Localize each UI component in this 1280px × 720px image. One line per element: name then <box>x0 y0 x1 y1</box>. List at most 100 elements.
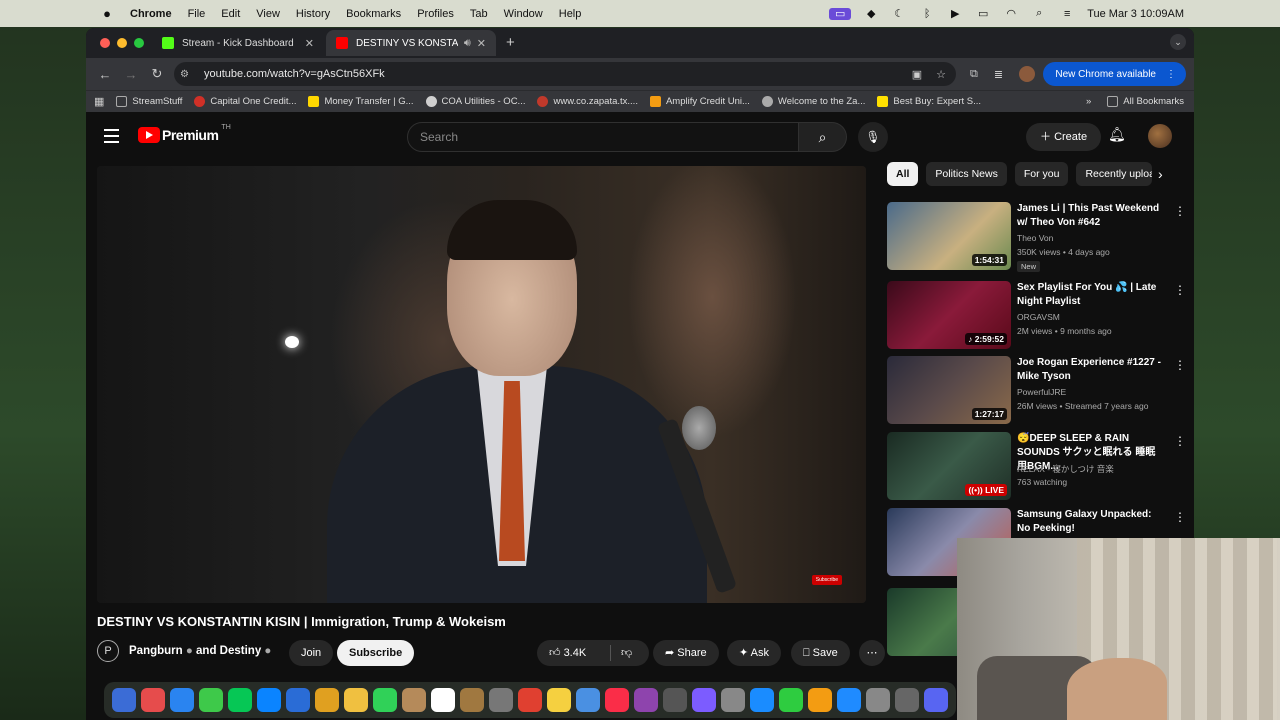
more-vertical-icon[interactable]: ⋮ <box>1174 204 1186 218</box>
dock-app-icon[interactable] <box>170 688 194 712</box>
new-tab-button[interactable]: + <box>506 34 515 51</box>
url-text[interactable]: youtube.com/watch?v=gAsCtn56XFk <box>204 68 385 80</box>
apple-menu-icon[interactable]: ● <box>92 6 122 21</box>
address-bar[interactable]: ⚙ youtube.com/watch?v=gAsCtn56XFk ▣ ☆ <box>174 62 956 86</box>
dock-app-icon[interactable] <box>489 688 513 712</box>
zoom-window-button[interactable] <box>134 38 144 48</box>
menu-window[interactable]: Window <box>496 8 551 20</box>
dock-app-icon[interactable] <box>141 688 165 712</box>
youtube-premium-logo[interactable]: Premium TH <box>138 124 231 143</box>
channel-avatar[interactable]: P <box>97 640 119 662</box>
notifications-bell-icon[interactable]: 🔔︎ <box>1108 126 1126 143</box>
video-thumbnail[interactable]: 1:27:17 <box>887 356 1011 424</box>
video-thumbnail[interactable]: 1:54:31 <box>887 202 1011 270</box>
join-button[interactable]: Join <box>289 640 334 666</box>
new-chrome-available-button[interactable]: New Chrome available ⋮ <box>1043 62 1186 86</box>
dock-app-icon[interactable] <box>721 688 745 712</box>
forward-icon[interactable]: → <box>124 67 138 82</box>
more-actions-icon[interactable]: ⋯ <box>859 640 885 666</box>
recommendation-item[interactable]: 1:54:31 James Li | This Past Weekend w/ … <box>887 202 1187 272</box>
dock-app-icon[interactable] <box>779 688 803 712</box>
dock-app-icon[interactable] <box>431 688 455 712</box>
chip-all[interactable]: All <box>887 162 919 186</box>
apps-grid-icon[interactable]: ▦ <box>94 95 104 108</box>
bookmark-item[interactable]: www.co.zapata.tx.... <box>537 96 638 107</box>
more-vertical-icon[interactable]: ⋮ <box>1174 358 1186 372</box>
rec-title[interactable]: Joe Rogan Experience #1227 - Mike Tyson <box>1017 356 1165 384</box>
menu-history[interactable]: History <box>288 8 338 20</box>
reading-list-icon[interactable]: ≣ <box>994 68 1003 81</box>
battery-icon[interactable]: ▭ <box>975 8 991 20</box>
bookmark-item[interactable]: Money Transfer | G... <box>308 96 414 107</box>
dock-app-icon[interactable] <box>344 688 368 712</box>
account-avatar[interactable] <box>1148 124 1172 148</box>
reload-icon[interactable]: ↻ <box>150 66 164 82</box>
dock-app-icon[interactable] <box>402 688 426 712</box>
recommendation-item[interactable]: ((•)) LIVE 😴DEEP SLEEP & RAIN SOUNDS サクッ… <box>887 432 1187 502</box>
dock-app-icon[interactable] <box>257 688 281 712</box>
all-bookmarks-button[interactable]: All Bookmarks <box>1107 96 1184 107</box>
dock-app-icon[interactable] <box>460 688 484 712</box>
extensions-icon[interactable]: ⧉ <box>970 68 978 81</box>
tab-search-icon[interactable]: ⌄ <box>1170 34 1186 50</box>
hamburger-menu-icon[interactable] <box>104 129 119 147</box>
audio-playing-icon[interactable]: 🔊︎ <box>464 37 471 50</box>
menubar-clock[interactable]: Tue Mar 3 10:09AM <box>1087 8 1184 20</box>
share-button[interactable]: ➦ Share <box>653 640 719 666</box>
menu-help[interactable]: Help <box>551 8 590 20</box>
thumbs-up-icon[interactable]: 👍︎ <box>549 647 564 659</box>
chevron-right-icon[interactable]: › <box>1158 166 1163 182</box>
rec-title[interactable]: Samsung Galaxy Unpacked: No Peeking! <box>1017 508 1165 536</box>
search-input[interactable]: Search <box>407 122 799 152</box>
dock-app-icon[interactable] <box>373 688 397 712</box>
dock-app-icon[interactable] <box>286 688 310 712</box>
dock-app-icon[interactable] <box>808 688 832 712</box>
rec-channel[interactable]: ORGAVSM <box>1017 312 1060 322</box>
dock-app-icon[interactable] <box>228 688 252 712</box>
video-player[interactable]: Subscribe <box>97 166 866 603</box>
close-tab-icon[interactable]: ✕ <box>305 37 314 50</box>
site-info-icon[interactable]: ⚙ <box>180 69 194 80</box>
dock-app-icon[interactable] <box>924 688 948 712</box>
dock-app-icon[interactable] <box>547 688 571 712</box>
video-thumbnail[interactable]: ((•)) LIVE <box>887 432 1011 500</box>
bookmark-item[interactable]: Amplify Credit Uni... <box>649 96 750 107</box>
save-button[interactable]: ⎕ Save <box>791 640 850 666</box>
rec-title[interactable]: Sex Playlist For You 💦 | Late Night Play… <box>1017 281 1165 309</box>
bookmark-item[interactable]: COA Utilities - OC... <box>425 96 525 107</box>
bookmark-item[interactable]: StreamStuff <box>116 96 182 107</box>
more-vertical-icon[interactable]: ⋮ <box>1174 434 1186 448</box>
bookmark-item[interactable]: Best Buy: Expert S... <box>877 96 981 107</box>
ask-button[interactable]: ✦ Ask <box>727 640 782 666</box>
dock-app-icon[interactable] <box>895 688 919 712</box>
focus-moon-icon[interactable]: ☾ <box>891 8 907 20</box>
minimize-window-button[interactable] <box>117 38 127 48</box>
menu-profiles[interactable]: Profiles <box>409 8 462 20</box>
dock-app-icon[interactable] <box>576 688 600 712</box>
subscribe-watermark[interactable]: Subscribe <box>811 575 842 585</box>
microphone-icon[interactable]: 🎙︎ <box>858 122 888 152</box>
dock-app-icon[interactable] <box>605 688 629 712</box>
spotlight-search-icon[interactable]: ⌕ <box>1031 7 1047 20</box>
dock-app-icon[interactable] <box>315 688 339 712</box>
screen-share-icon[interactable]: ▭ <box>829 7 852 20</box>
tab-youtube-video[interactable]: DESTINY VS KONSTANTIN 🔊︎ ✕ <box>326 30 496 56</box>
chevron-double-right-icon[interactable]: » <box>1086 96 1091 107</box>
dock-app-icon[interactable] <box>837 688 861 712</box>
rec-title[interactable]: James Li | This Past Weekend w/ Theo Von… <box>1017 202 1165 230</box>
more-vertical-icon[interactable]: ⋮ <box>1174 283 1186 297</box>
chip-for-you[interactable]: For you <box>1014 162 1069 186</box>
bookmark-item[interactable]: Capital One Credit... <box>194 96 296 107</box>
menu-app-name[interactable]: Chrome <box>122 8 180 20</box>
tab-kick-dashboard[interactable]: Stream - Kick Dashboard ✕ <box>152 30 324 56</box>
menu-bookmarks[interactable]: Bookmarks <box>338 8 409 20</box>
channel-name[interactable]: Pangburn ● and Destiny ● <box>129 645 271 657</box>
dock-app-icon[interactable] <box>866 688 890 712</box>
subscribe-button[interactable]: Subscribe <box>337 640 415 666</box>
profile-avatar[interactable] <box>1019 66 1036 82</box>
dock-app-icon[interactable] <box>199 688 223 712</box>
rec-channel[interactable]: Theo Von <box>1017 233 1053 243</box>
wifi-icon[interactable]: ◠ <box>1003 8 1019 20</box>
control-center-icon[interactable]: ≡ <box>1059 8 1075 20</box>
dock-app-icon[interactable] <box>750 688 774 712</box>
